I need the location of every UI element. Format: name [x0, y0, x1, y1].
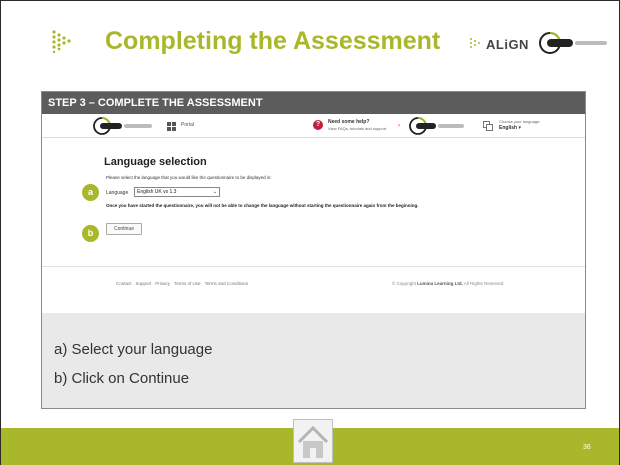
step-panel: STEP 3 – COMPLETE THE ASSESSMENT Portal … — [41, 91, 586, 409]
language-select[interactable]: English UK vs 1.3 ⌄ — [134, 187, 220, 197]
embedded-webpage-screenshot: Portal ? Need some help? View FAQs, tuto… — [42, 114, 585, 313]
choose-language-label: Choose your language: — [499, 119, 541, 124]
lumina-learning-logo-icon — [539, 32, 607, 54]
footer-link-privacy[interactable]: Privacy — [155, 281, 170, 286]
footer-divider — [42, 266, 585, 267]
align-dots-icon — [470, 38, 480, 48]
footer-link-contact[interactable]: Contact — [116, 281, 132, 286]
grid-menu-icon[interactable] — [167, 122, 176, 131]
callout-badge-b: b — [82, 225, 99, 242]
home-icon — [297, 425, 329, 458]
copyright-company: Lumina Learning Ltd. — [417, 281, 463, 286]
lumina-learning-logo-icon — [409, 117, 464, 135]
chevron-right-icon[interactable]: › — [398, 123, 400, 129]
align-logo: ALiGN — [469, 34, 529, 54]
align-logo-text: ALiGN — [486, 36, 529, 52]
language-selection-heading: Language selection — [104, 156, 207, 168]
webpage-header: Portal ? Need some help? View FAQs, tuto… — [42, 114, 585, 138]
chevron-down-icon: ⌄ — [212, 189, 217, 195]
language-select-value: English UK vs 1.3 — [137, 189, 177, 195]
page-number: 36 — [583, 444, 591, 451]
language-translate-icon[interactable] — [483, 121, 493, 131]
language-description: Please select the language that you woul… — [106, 175, 272, 180]
instruction-a: a) Select your language — [54, 341, 213, 358]
slide-title: Completing the Assessment — [105, 27, 441, 55]
language-field-label: Language — [106, 190, 129, 196]
copyright-prefix: © Copyright — [392, 281, 416, 286]
help-subtitle[interactable]: View FAQs, tutorials and support — [328, 126, 386, 131]
dotted-arrow-logo-icon — [52, 30, 71, 53]
copyright-text: © Copyright Lumina Learning Ltd. All Rig… — [392, 281, 503, 286]
lumina-learning-logo-icon[interactable] — [93, 117, 157, 135]
copyright-suffix: All Rights Reserved — [463, 281, 504, 286]
callout-badge-a: a — [82, 184, 99, 201]
step-title-bar: STEP 3 – COMPLETE THE ASSESSMENT — [42, 92, 585, 114]
home-button[interactable] — [293, 419, 333, 463]
continue-button[interactable]: Continue — [106, 223, 142, 235]
slide: Completing the Assessment ALiGN STEP 3 –… — [0, 0, 620, 465]
header-language-dropdown[interactable]: English ▾ — [499, 125, 521, 131]
footer-link-terms-of-use[interactable]: Terms of Use — [174, 281, 201, 286]
help-title[interactable]: Need some help? — [328, 119, 369, 125]
instruction-b: b) Click on Continue — [54, 370, 190, 387]
help-question-icon[interactable]: ? — [313, 120, 323, 130]
portal-link[interactable]: Portal — [181, 122, 194, 128]
footer-links: Contact Support Privacy Terms of Use Ter… — [116, 281, 248, 286]
language-warning: Once you have started the questionnaire,… — [106, 203, 419, 208]
footer-link-support[interactable]: Support — [136, 281, 152, 286]
footer-link-terms-and-conditions[interactable]: Terms and Conditions — [205, 281, 249, 286]
